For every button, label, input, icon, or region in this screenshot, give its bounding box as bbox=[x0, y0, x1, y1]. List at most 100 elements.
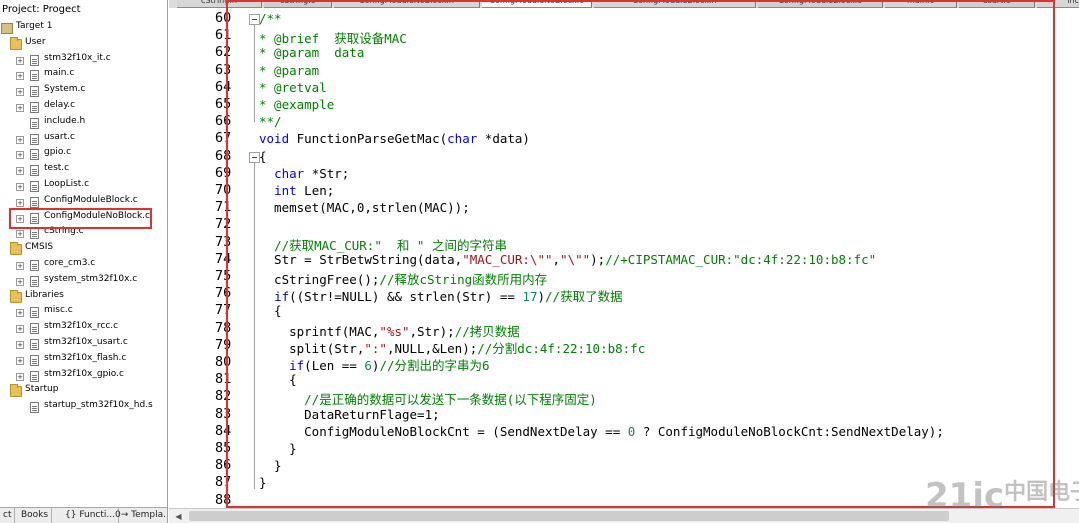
code-line[interactable]: { bbox=[259, 303, 282, 320]
code-line[interactable]: * @example bbox=[259, 97, 334, 114]
code-line[interactable]: * @param bbox=[259, 63, 319, 80]
tree-item-label: system_stm32f10x.c bbox=[44, 273, 138, 284]
tree-file-item[interactable]: + LoopList.c bbox=[0, 179, 167, 195]
expand-icon[interactable]: + bbox=[16, 261, 24, 270]
editor-tab[interactable]: ConfigModuleBlock.h bbox=[594, 0, 756, 8]
expand-icon[interactable]: + bbox=[16, 72, 24, 81]
tree-file-item[interactable]: + stm32f10x_gpio.c bbox=[0, 369, 167, 385]
tree-target-item[interactable]: −Target 1 bbox=[0, 21, 167, 37]
tree-folder-item[interactable]: −Libraries bbox=[0, 289, 167, 306]
tree-file-item[interactable]: + main.c bbox=[0, 68, 167, 84]
tree-item-label: User bbox=[25, 36, 46, 47]
tree-file-item[interactable]: + test.c bbox=[0, 163, 167, 179]
expand-icon[interactable]: + bbox=[16, 167, 24, 176]
watermark-cn: 中国电子网 bbox=[1004, 480, 1079, 505]
expand-icon[interactable]: + bbox=[16, 340, 24, 349]
code-text: DataReturnFlage=1; bbox=[259, 406, 440, 422]
expand-icon[interactable]: + bbox=[16, 135, 24, 144]
code-line[interactable]: split(Str,":",NULL,&Len);//分割dc:4f:22:10… bbox=[259, 338, 645, 356]
code-line[interactable]: void FunctionParseGetMac(char *data) bbox=[259, 131, 530, 148]
panel-tab[interactable]: {} Functi... bbox=[62, 508, 119, 523]
code-line[interactable]: Str = StrBetwString(data,"MAC_CUR:\"","\… bbox=[259, 252, 876, 269]
code-line[interactable]: /** bbox=[259, 11, 282, 28]
code-keyword: if bbox=[289, 358, 305, 373]
tree-folder-item[interactable]: −Startup bbox=[0, 384, 167, 400]
code-line[interactable]: } bbox=[259, 458, 282, 475]
tree-file-item[interactable]: + system_stm32f10x.c bbox=[0, 273, 167, 290]
editor-tab[interactable]: main.c bbox=[885, 0, 957, 8]
file-icon bbox=[30, 180, 39, 192]
editor-tab[interactable]: ConfigModuleBlock.c bbox=[758, 0, 883, 8]
tree-file-item[interactable]: + gpio.c bbox=[0, 147, 167, 163]
scroll-thumb[interactable] bbox=[189, 511, 949, 521]
code-line[interactable]: { bbox=[259, 372, 297, 389]
code-line[interactable]: //是正确的数据可以发送下一条数据(以下程序固定) bbox=[259, 389, 597, 407]
tree-file-item[interactable]: startup_stm32f10x_hd.s bbox=[0, 400, 167, 416]
tree-file-item[interactable]: + delay.c bbox=[0, 100, 167, 116]
code-line[interactable]: if((Str!=NULL) && strlen(Str) == 17)//获取… bbox=[259, 286, 623, 304]
tree-folder-item[interactable]: −User bbox=[0, 36, 167, 53]
editor-tab[interactable]: usart.c bbox=[959, 0, 1035, 8]
code-line[interactable]: * @param data bbox=[259, 45, 364, 62]
expand-icon[interactable]: + bbox=[16, 356, 24, 365]
code-line[interactable]: sprintf(MAC,"%s",Str);//拷贝数据 bbox=[259, 321, 520, 339]
tree-file-item[interactable]: include.h bbox=[0, 116, 167, 132]
code-line[interactable]: DataReturnFlage=1; bbox=[259, 406, 440, 424]
code-line[interactable]: int Len; bbox=[259, 183, 334, 200]
code-line[interactable]: char *Str; bbox=[259, 166, 349, 183]
code-comment: **/ bbox=[259, 114, 282, 130]
editor-tab[interactable]: cString.h bbox=[177, 0, 262, 8]
folder-icon bbox=[10, 36, 22, 50]
tree-file-item[interactable]: + stm32f10x_usart.c bbox=[0, 337, 167, 353]
code-line[interactable]: } bbox=[259, 475, 267, 492]
expand-icon[interactable]: + bbox=[16, 56, 24, 65]
tree-file-item[interactable]: + stm32f10x_rcc.c bbox=[0, 321, 167, 337]
expand-icon[interactable]: + bbox=[16, 88, 24, 97]
expand-icon[interactable]: + bbox=[16, 198, 24, 207]
panel-tab[interactable]: Books bbox=[18, 508, 53, 523]
expand-icon[interactable]: + bbox=[16, 182, 24, 191]
line-number: 74 bbox=[215, 250, 232, 267]
expand-icon[interactable]: + bbox=[16, 277, 24, 286]
code-line[interactable]: } bbox=[259, 441, 297, 458]
tree-file-item[interactable]: + System.c bbox=[0, 84, 167, 100]
panel-tab[interactable]: ct bbox=[0, 508, 16, 523]
code-keyword: char bbox=[447, 131, 478, 147]
code-editor[interactable]: 60 61 62 63 64 65 66 67 68 69 70 71 72 73 74 75 76 77 78 79… bbox=[169, 8, 1079, 508]
editor-tab[interactable]: cString.c bbox=[264, 0, 332, 8]
code-line[interactable]: **/ bbox=[259, 114, 282, 131]
tree-file-item[interactable]: + core_cm3.c bbox=[0, 258, 167, 274]
editor-tab[interactable]: ConfigModuleNoBlock.c bbox=[482, 0, 592, 8]
code-line[interactable]: cStringFree();//释放cString函数所用内存 bbox=[259, 269, 547, 287]
editor-tab[interactable]: ConfigModuleNoBlock.h bbox=[334, 0, 480, 8]
tree-file-item[interactable]: + stm32f10x_flash.c bbox=[0, 353, 167, 369]
panel-tab[interactable]: 0→ Templa... bbox=[112, 508, 167, 523]
scroll-left-icon[interactable]: ◀ bbox=[171, 510, 186, 523]
code-line[interactable]: if(Len == 6)//分割出的字串为6 bbox=[259, 355, 489, 373]
tree-file-item[interactable]: + stm32f10x_it.c bbox=[0, 53, 167, 69]
fold-guide bbox=[254, 25, 255, 123]
line-number: 78 bbox=[215, 319, 232, 336]
expand-icon[interactable]: + bbox=[16, 230, 24, 239]
expand-icon[interactable]: + bbox=[16, 151, 24, 160]
code-line[interactable]: * @retval bbox=[259, 80, 327, 97]
tree-item-label: test.c bbox=[44, 163, 70, 174]
code-line[interactable]: * @brief 获取设备MAC bbox=[259, 28, 407, 46]
code-line[interactable]: { bbox=[259, 149, 267, 166]
expand-icon[interactable]: + bbox=[16, 103, 24, 112]
code-text: *Str; bbox=[304, 165, 350, 181]
code-line[interactable]: ConfigModuleNoBlockCnt = (SendNextDelay … bbox=[259, 424, 944, 441]
file-icon bbox=[30, 54, 39, 66]
code-line[interactable]: memset(MAC,0,strlen(MAC)); bbox=[259, 200, 470, 217]
tree-file-item[interactable]: + misc.c bbox=[0, 305, 167, 321]
code-text: split(Str, bbox=[259, 340, 365, 356]
tree-file-item[interactable]: + usart.c bbox=[0, 132, 167, 148]
tree-folder-item[interactable]: −CMSIS bbox=[0, 242, 167, 258]
expand-icon[interactable]: + bbox=[16, 309, 24, 318]
editor-tab[interactable]: include.h bbox=[1037, 0, 1079, 8]
code-line[interactable]: //获取MAC_CUR:" 和 " 之间的字符串 bbox=[259, 235, 507, 253]
expand-icon[interactable]: + bbox=[16, 372, 24, 381]
code-comment: * @param bbox=[259, 62, 320, 78]
expand-icon[interactable]: + bbox=[16, 325, 24, 334]
